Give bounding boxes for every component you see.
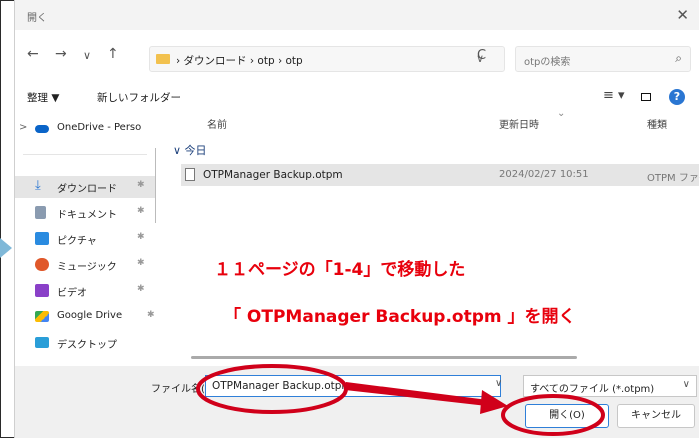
breadcrumb[interactable]: › ダウンロード › otp › otp [176, 53, 303, 68]
google-drive-icon [35, 311, 49, 322]
forward-icon[interactable]: → [55, 46, 67, 62]
sidebar-item-videos[interactable]: ビデオ ✱ [15, 280, 155, 302]
file-name: OTPManager Backup.otpm [203, 169, 343, 181]
sidebar-item-label: デスクトップ [57, 340, 117, 351]
sidebar-item-label: Google Drive [57, 310, 123, 321]
filetype-value: すべてのファイル (*.otpm) [530, 384, 655, 395]
music-icon [35, 258, 49, 271]
address-bar[interactable]: › ダウンロード › otp › otp ∨ [149, 46, 505, 72]
horizontal-scrollbar[interactable] [191, 356, 577, 359]
sidebar-item-onedrive[interactable]: > OneDrive - Perso [15, 118, 155, 140]
sidebar-divider [23, 154, 147, 155]
file-icon [185, 168, 195, 181]
sort-chevron-icon: ⌄ [557, 108, 566, 119]
preview-pane-icon[interactable] [641, 93, 651, 101]
up-icon[interactable]: ↑ [107, 46, 119, 62]
bottom-pane: ファイル名(N): OTPManager Backup.otpm ∨ すべてのフ… [15, 366, 699, 438]
sidebar-item-label: ドキュメント [57, 210, 117, 221]
filename-field[interactable]: OTPManager Backup.otpm [205, 375, 501, 397]
sidebar-item-google-drive[interactable]: Google Drive ✱ [15, 306, 155, 328]
search-input[interactable]: otpの検索 [524, 53, 570, 68]
command-bar: 整理 ▼ 新しいフォルダー ≡ ▾ ? [15, 84, 699, 112]
sidebar-item-label: ダウンロード [57, 184, 117, 195]
column-header-modified[interactable]: 更新日時 [499, 116, 539, 131]
sidebar-item-label: ミュージック [57, 262, 117, 273]
chevron-down-icon[interactable]: ∨ [495, 378, 502, 389]
open-file-dialog: 開く ✕ ← → ∨ ↑ › ダウンロード › otp › otp ∨ C ot… [14, 0, 700, 438]
annotation-line-2: 「 OTPManager Backup.otpm 」を開く [224, 307, 576, 327]
download-icon: ⤓ [35, 178, 41, 193]
pane-splitter[interactable] [155, 148, 156, 223]
back-icon[interactable]: ← [27, 46, 39, 62]
navigation-bar: ← → ∨ ↑ › ダウンロード › otp › otp ∨ C otpの検索 … [15, 40, 699, 74]
file-type: OTPM ファイ [647, 173, 700, 184]
search-icon: ⌕ [675, 51, 682, 65]
chevron-down-icon: ∨ [682, 379, 690, 390]
expand-chevron-icon[interactable]: > [19, 122, 27, 133]
close-icon[interactable]: ✕ [676, 6, 689, 24]
filetype-select[interactable]: すべてのファイル (*.otpm) ∨ [523, 375, 697, 397]
column-header-name[interactable]: 名前 [207, 116, 227, 131]
sidebar-item-pictures[interactable]: ピクチャ ✱ [15, 228, 155, 250]
pin-icon[interactable]: ✱ [137, 284, 145, 294]
sidebar-item-label: ビデオ [57, 288, 87, 299]
file-date: 2024/02/27 10:51 [499, 169, 589, 180]
help-icon[interactable]: ? [669, 89, 685, 105]
sidebar-item-downloads[interactable]: ⤓ ダウンロード ✱ [15, 176, 155, 198]
refresh-icon[interactable]: C [477, 48, 486, 63]
recent-locations-icon[interactable]: ∨ [83, 49, 91, 62]
document-icon [35, 206, 46, 219]
organize-button[interactable]: 整理 ▼ [27, 90, 59, 105]
column-header-type[interactable]: 種類 [647, 116, 667, 131]
window-title: 開く [27, 13, 47, 24]
pin-icon[interactable]: ✱ [137, 258, 145, 268]
pictures-icon [35, 232, 49, 245]
pin-icon[interactable]: ✱ [137, 206, 145, 216]
view-menu-icon[interactable]: ≡ ▾ [603, 88, 625, 103]
desktop-icon [35, 337, 49, 348]
search-box[interactable]: otpの検索 ⌕ [515, 46, 691, 72]
pin-icon[interactable]: ✱ [137, 232, 145, 242]
pin-icon[interactable]: ✱ [147, 310, 155, 320]
onedrive-icon [35, 125, 49, 133]
open-button[interactable]: 開く(O) [525, 404, 609, 428]
pin-icon[interactable]: ✱ [137, 180, 145, 190]
sidebar-item-desktop[interactable]: デスクトップ [15, 332, 155, 354]
navigation-pane: > OneDrive - Perso ⤓ ダウンロード ✱ ドキュメント ✱ ピ… [15, 112, 155, 358]
annotation-line-1: １１ページの「1-4」で移動した [214, 260, 466, 280]
new-folder-button[interactable]: 新しいフォルダー [97, 90, 181, 105]
sidebar-item-documents[interactable]: ドキュメント ✱ [15, 202, 155, 224]
sidebar-item-label: ピクチャ [57, 236, 97, 247]
teal-arrow-icon [0, 238, 12, 258]
title-bar: 開く ✕ [15, 0, 699, 30]
video-icon [35, 284, 49, 297]
folder-icon [156, 54, 170, 64]
group-header-today[interactable]: ∨ 今日 [173, 142, 207, 158]
sidebar-item-music[interactable]: ミュージック ✱ [15, 254, 155, 276]
table-row[interactable]: OTPManager Backup.otpm 2024/02/27 10:51 … [181, 164, 700, 186]
sidebar-item-label: OneDrive - Perso [57, 122, 142, 133]
cancel-button[interactable]: キャンセル [617, 404, 695, 428]
